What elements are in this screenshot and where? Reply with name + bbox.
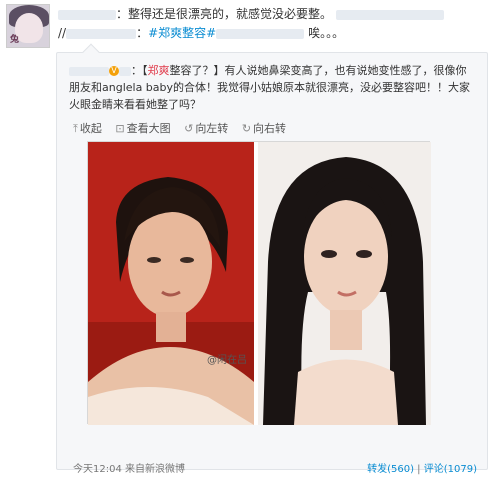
verified-icon: V bbox=[109, 66, 119, 76]
post-suffix: 唉。。。 bbox=[308, 26, 345, 40]
portrait-right-graphic bbox=[258, 142, 431, 425]
image-watermark: @闲在吕 bbox=[207, 355, 247, 366]
avatar-face bbox=[15, 13, 43, 43]
image-attachment[interactable] bbox=[87, 141, 431, 425]
post-body: ：整得还是很漂亮的，就感觉没必要整。 //：#郑爽整容# 唉。。。 bbox=[58, 6, 494, 41]
blurred-username[interactable] bbox=[58, 9, 116, 20]
repost-caret bbox=[82, 43, 100, 61]
tag-icon: ⤒ bbox=[73, 122, 78, 135]
comment-count-link[interactable]: 评论(1079) bbox=[424, 464, 477, 475]
rotate-left-button[interactable]: ↺ 向左转 bbox=[184, 120, 228, 136]
post-line-1: ：整得还是很漂亮的，就感觉没必要整。 bbox=[58, 6, 494, 22]
zoom-icon: ⊡ bbox=[115, 122, 125, 135]
repost-stats: 转发(560) | 评论(1079) bbox=[367, 464, 477, 475]
post-line-2: //：#郑爽整容# 唉。。。 bbox=[58, 26, 345, 40]
repost-prefix: // bbox=[58, 26, 67, 40]
image-actions: ⤒ 收起 ⊡ 查看大图 ↺ 向左转 ↻ 向右转 bbox=[73, 120, 296, 136]
repost-text: V ：【郑爽整容了？】有人说她鼻梁变高了，也有说她变性感了，很像你朋友和angle… bbox=[69, 64, 471, 111]
post-time-source[interactable]: 今天12:04 来自新浪微博 bbox=[73, 460, 185, 475]
rotate-left-icon: ↺ bbox=[184, 122, 194, 135]
photo-left bbox=[88, 142, 254, 425]
blurred-mention[interactable] bbox=[336, 9, 445, 20]
rotate-right-icon: ↻ bbox=[241, 122, 252, 135]
repost-count-link[interactable]: 转发(560) bbox=[367, 464, 414, 475]
hashtag-link[interactable]: #郑爽整容# bbox=[148, 26, 216, 40]
blurred-mention[interactable] bbox=[66, 28, 137, 39]
post-text: ：整得还是很漂亮的，就感觉没必要整。 bbox=[116, 7, 333, 21]
user-avatar[interactable]: 兔 bbox=[6, 4, 50, 48]
highlight-name[interactable]: 郑爽 bbox=[148, 64, 170, 77]
portrait-left-graphic bbox=[88, 142, 254, 425]
blurred-text bbox=[216, 28, 305, 39]
blurred-text bbox=[119, 66, 131, 76]
collapse-button[interactable]: ⤒ 收起 bbox=[73, 120, 102, 136]
view-large-button[interactable]: ⊡ 查看大图 bbox=[115, 120, 170, 136]
blurred-username[interactable] bbox=[69, 66, 109, 76]
rotate-right-button[interactable]: ↻ 向右转 bbox=[242, 120, 286, 136]
photo-right bbox=[258, 142, 431, 425]
repost-card: V ：【郑爽整容了？】有人说她鼻梁变高了，也有说她变性感了，很像你朋友和angle… bbox=[56, 43, 488, 475]
avatar-tag: 兔 bbox=[10, 35, 20, 45]
